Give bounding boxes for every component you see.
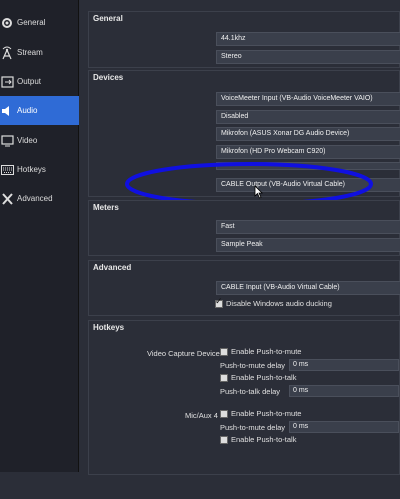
gear-icon <box>0 15 14 31</box>
general-group: General Sample Rate 44.1khz Channels Ste… <box>88 11 400 68</box>
mic-ptm-checkbox[interactable] <box>220 409 228 418</box>
sidebar-item-label: Video <box>17 136 38 145</box>
wrench-icon <box>0 191 14 207</box>
ducking-checkbox[interactable] <box>215 297 223 308</box>
desktop-audio-2-select[interactable]: Disabled <box>216 110 400 124</box>
group-title: Devices <box>93 73 124 82</box>
sidebar-item-hotkeys[interactable]: Hotkeys <box>0 155 79 184</box>
output-icon <box>0 74 14 90</box>
mic-ptm-label: Enable Push-to-mute <box>231 409 302 418</box>
mic-ptt-checkbox[interactable] <box>220 435 228 444</box>
group-title: Hotkeys <box>93 323 125 332</box>
mic-aux-audio-select[interactable]: Mikrofon (ASUS Xonar DG Audio Device) <box>216 127 400 141</box>
group-title: Meters <box>93 203 119 212</box>
mic-ptm-delay-input[interactable]: 0 ms <box>289 421 399 433</box>
mic-ptm-delay-label: Push-to-mute delay <box>220 423 286 432</box>
sidebar-item-label: General <box>17 18 46 27</box>
monitor-icon <box>0 133 14 149</box>
sidebar-item-advanced[interactable]: Advanced <box>0 184 79 213</box>
video-ptm-label: Enable Push-to-mute <box>231 347 302 356</box>
mouse-cursor-icon <box>254 185 263 199</box>
sidebar-item-audio[interactable]: Audio <box>0 96 79 125</box>
video-ptt-label: Enable Push-to-talk <box>231 373 297 382</box>
video-ptt-checkbox[interactable] <box>220 373 228 382</box>
channels-select[interactable]: Stereo <box>216 50 400 64</box>
sidebar-item-label: Hotkeys <box>17 165 46 174</box>
video-ptm-delay-label: Push-to-mute delay <box>220 361 286 370</box>
sidebar-item-label: Stream <box>17 48 43 57</box>
sidebar-item-label: Output <box>17 77 42 86</box>
video-ptm-checkbox[interactable] <box>220 347 228 356</box>
keyboard-icon <box>0 162 14 178</box>
speaker-icon <box>0 103 14 119</box>
ducking-label: Disable Windows audio ducking <box>226 299 332 308</box>
video-ptt-delay-label: Push-to-talk delay <box>220 387 281 396</box>
sidebar-item-label: Advanced <box>17 194 53 203</box>
mic-aux-audio-2-select[interactable]: Mikrofon (HD Pro Webcam C920) <box>216 145 400 159</box>
hotkeys-group: Hotkeys Video Capture Device Enable Push… <box>88 320 400 475</box>
video-ptt-delay-input[interactable]: 0 ms <box>289 385 399 397</box>
video-ptt-row[interactable]: Enable Push-to-talk <box>220 373 296 382</box>
mic-ptt-label: Enable Push-to-talk <box>231 435 297 444</box>
sidebar-item-label: Audio <box>17 106 38 115</box>
meters-group: Meters Decay Rate Fast Peak Meter Type S… <box>88 200 400 256</box>
settings-main-panel: General Sample Rate 44.1khz Channels Ste… <box>88 0 400 499</box>
antenna-icon <box>0 45 14 61</box>
sidebar-item-stream[interactable]: Stream <box>0 38 79 67</box>
mic-ptt-row[interactable]: Enable Push-to-talk <box>220 435 296 444</box>
video-capture-label: Video Capture Device <box>147 349 220 358</box>
video-ptm-row[interactable]: Enable Push-to-mute <box>220 347 301 356</box>
sidebar-item-output[interactable]: Output <box>0 67 79 96</box>
mic-ptm-row[interactable]: Enable Push-to-mute <box>220 409 301 418</box>
desktop-audio-select[interactable]: VoiceMeeter Input (VB-Audio VoiceMeeter … <box>216 92 400 106</box>
mic-aux-4-label: Mic/Aux 4 <box>185 411 218 420</box>
video-ptm-delay-input[interactable]: 0 ms <box>289 359 399 371</box>
settings-sidebar: General Stream Output Audio Video Hotkey… <box>0 0 79 472</box>
decay-rate-select[interactable]: Fast <box>216 220 400 234</box>
group-title: Advanced <box>93 263 132 272</box>
sidebar-item-video[interactable]: Video <box>0 126 79 155</box>
ducking-checkbox-row[interactable]: Disable Windows audio ducking <box>215 297 332 308</box>
monitoring-device-select[interactable]: CABLE Input (VB-Audio Virtual Cable) <box>216 281 400 295</box>
peak-meter-select[interactable]: Sample Peak <box>216 238 400 252</box>
sidebar-item-general[interactable]: General <box>0 8 79 37</box>
group-title: General <box>93 14 123 23</box>
advanced-group: Advanced Monitoring Device CABLE Input (… <box>88 260 400 316</box>
sample-rate-select[interactable]: 44.1khz <box>216 32 400 46</box>
